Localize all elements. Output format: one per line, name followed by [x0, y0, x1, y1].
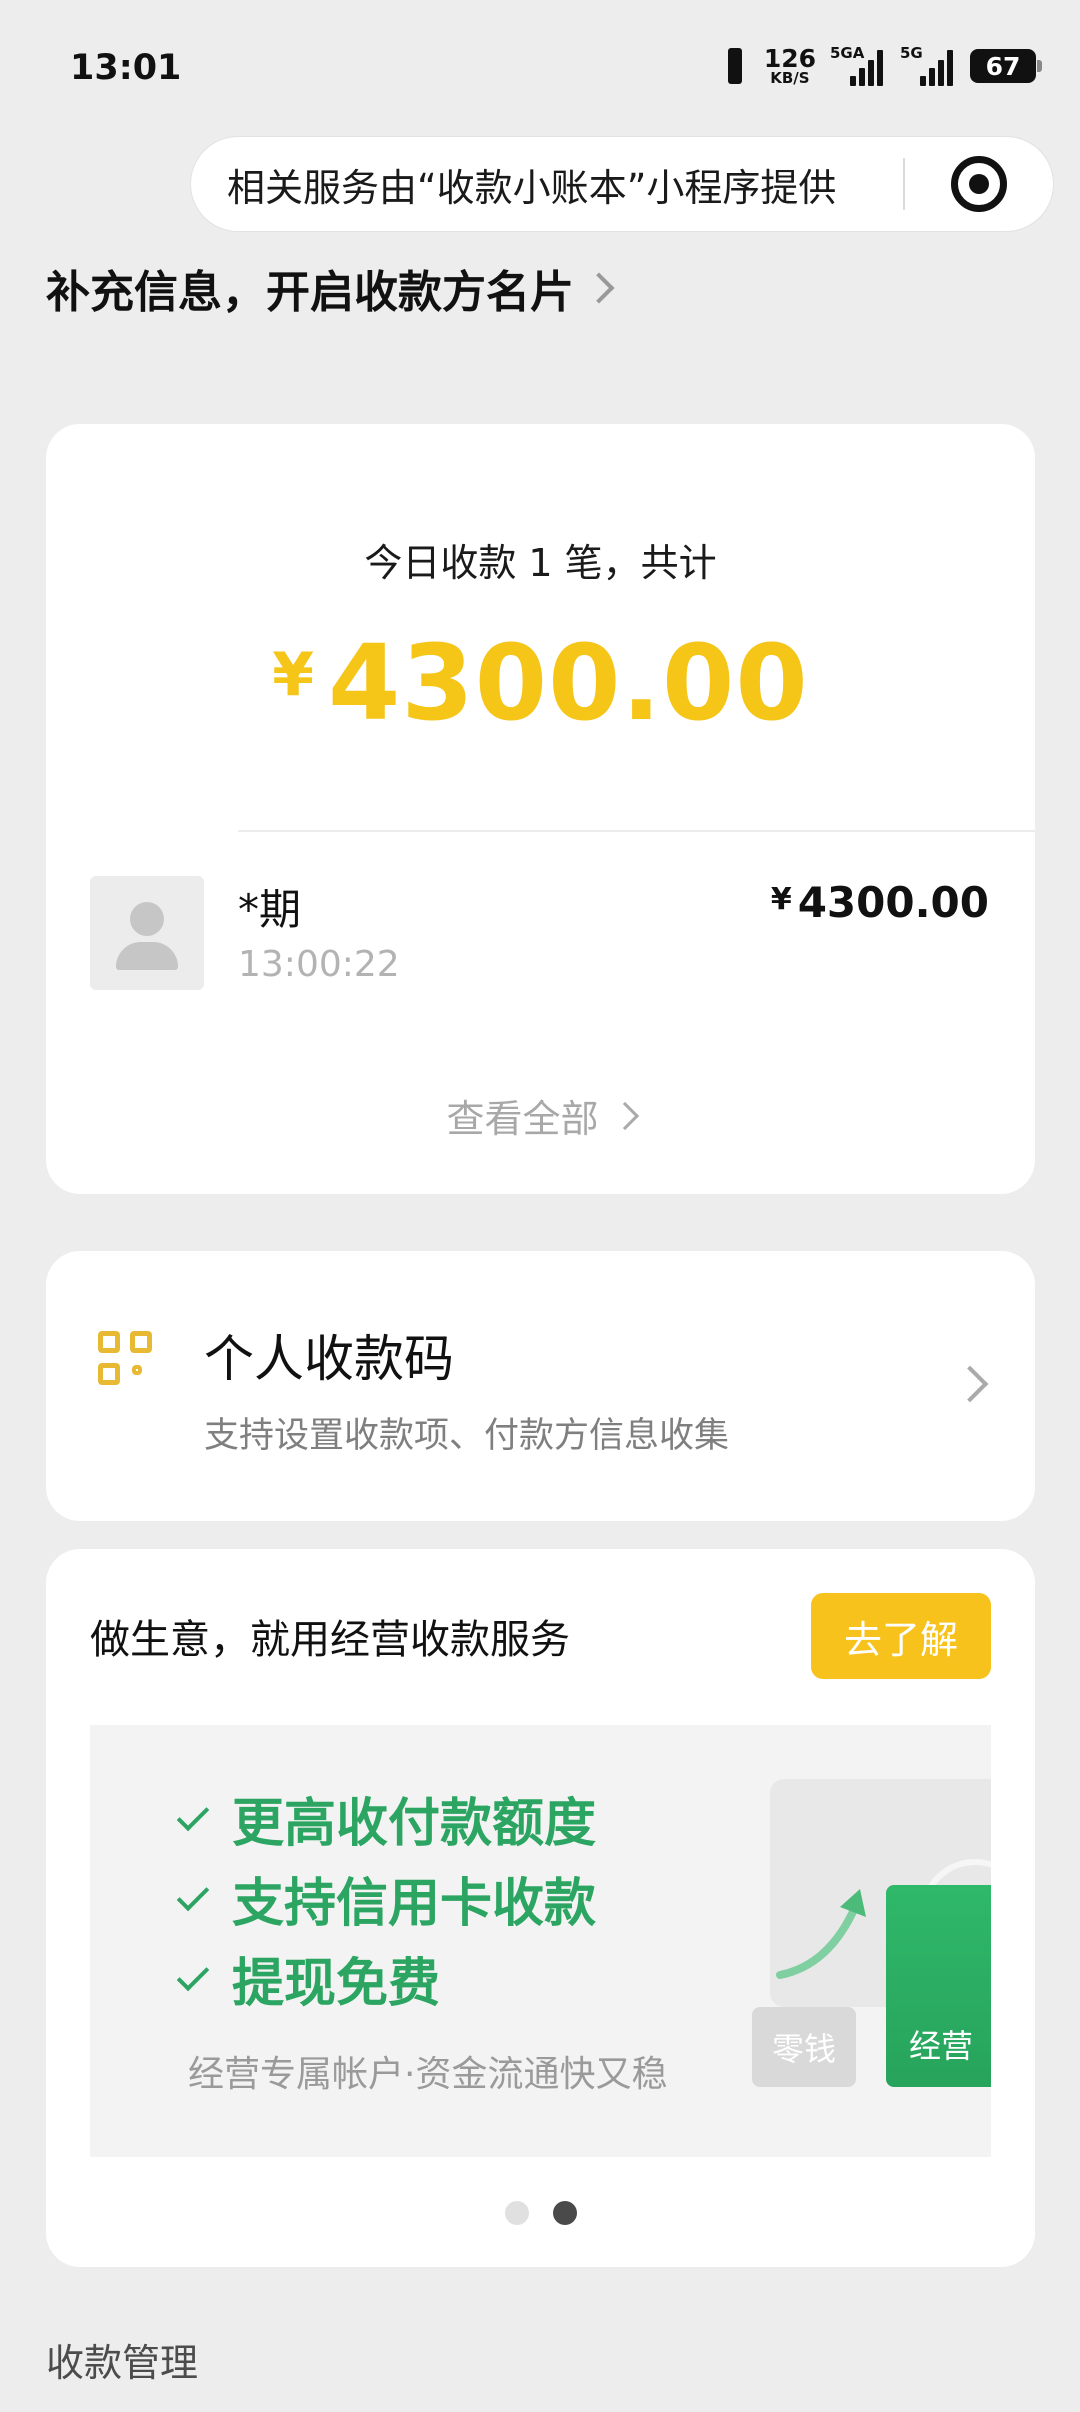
feature-item: 支持信用卡收款: [176, 1861, 597, 1936]
status-time: 13:01: [70, 48, 182, 88]
payment-amount-value: 4300.00: [797, 878, 989, 927]
business-service-card: 做生意，就用经营收款服务 去了解 更高收付款额度 支持信用卡收款 提现免费 经营…: [46, 1549, 1035, 2267]
network-speed-value: 126: [763, 44, 816, 73]
payment-time: 13:00:22: [238, 944, 400, 985]
signal-5g-icon: 5G: [900, 44, 956, 86]
signal-5g-label: 5G: [900, 44, 923, 62]
today-total-amount: ¥4300.00: [46, 622, 1035, 744]
learn-more-button[interactable]: 去了解: [811, 1593, 991, 1679]
vibrate-icon: [720, 46, 750, 86]
check-icon: [176, 1798, 210, 1831]
today-total-value: 4300.00: [328, 622, 809, 744]
signal-5ga-label: 5GA: [830, 44, 865, 62]
currency-symbol: ¥: [770, 882, 792, 917]
mini-program-capsule[interactable]: 相关服务由“收款小账本”小程序提供: [190, 136, 1054, 232]
personal-code-card[interactable]: 个人收款码 支持设置收款项、付款方信息收集: [46, 1251, 1035, 1521]
chevron-right-icon: [951, 1365, 989, 1403]
check-icon: [176, 1878, 210, 1911]
feature-item: 提现免费: [176, 1941, 441, 2016]
close-target-icon[interactable]: [951, 156, 1007, 212]
capsule-provider-text: 相关服务由“收款小账本”小程序提供: [227, 165, 837, 210]
feature-label: 提现免费: [232, 1954, 441, 2014]
today-receipts-card: 今日收款 1 笔，共计 ¥4300.00 *期 13:00:22 ¥4300.0…: [46, 424, 1035, 1194]
capsule-divider: [903, 158, 905, 210]
banner-subtitle: 经营专属帐户·资金流通快又稳: [188, 2054, 668, 2095]
carousel-dot[interactable]: [504, 2201, 529, 2225]
payer-name: *期: [238, 885, 302, 934]
view-all-label: 查看全部: [446, 1097, 599, 1141]
status-icons: 126 KB/S 5GA 5G 67: [720, 44, 1042, 86]
network-speed-unit: KB/S: [770, 69, 810, 87]
change-tag: 零钱: [752, 2007, 856, 2087]
chevron-right-icon: [610, 1101, 639, 1130]
business-tag: 经营: [886, 1885, 991, 2087]
status-bar: 13:01 126 KB/S 5GA 5G 67: [0, 0, 1080, 136]
section-title-management: 收款管理: [46, 2341, 199, 2385]
divider: [238, 830, 1035, 832]
feature-item: 更高收付款额度: [176, 1781, 597, 1856]
personal-code-subtitle: 支持设置收款项、付款方信息收集: [204, 1416, 730, 1456]
carousel-dot-active[interactable]: [552, 2201, 577, 2225]
payee-card-link-label: 补充信息，开启收款方名片: [46, 267, 574, 318]
qr-code-icon: [98, 1331, 152, 1385]
feature-label: 支持信用卡收款: [232, 1874, 597, 1934]
signal-5ga-icon: 5GA: [830, 44, 886, 86]
today-summary: 今日收款 1 笔，共计: [364, 541, 717, 585]
carousel-indicator: [46, 2201, 1035, 2225]
chevron-right-icon: [583, 272, 615, 304]
feature-label: 更高收付款额度: [232, 1794, 597, 1854]
payment-amount: ¥4300.00: [771, 878, 989, 927]
network-speed: 126 KB/S: [764, 46, 816, 86]
battery-icon: 67: [970, 49, 1042, 83]
business-banner[interactable]: 更高收付款额度 支持信用卡收款 提现免费 经营专属帐户·资金流通快又稳 零钱 经…: [90, 1725, 991, 2157]
avatar: [90, 876, 204, 990]
payee-card-link[interactable]: 补充信息，开启收款方名片: [46, 256, 615, 320]
view-all-link[interactable]: 查看全部: [46, 1088, 1035, 1143]
business-title: 做生意，就用经营收款服务: [90, 1617, 570, 1663]
currency-symbol: ¥: [272, 640, 315, 710]
growth-arrow-icon: [776, 1889, 866, 1979]
check-icon: [176, 1958, 210, 1991]
personal-code-title: 个人收款码: [204, 1330, 454, 1388]
